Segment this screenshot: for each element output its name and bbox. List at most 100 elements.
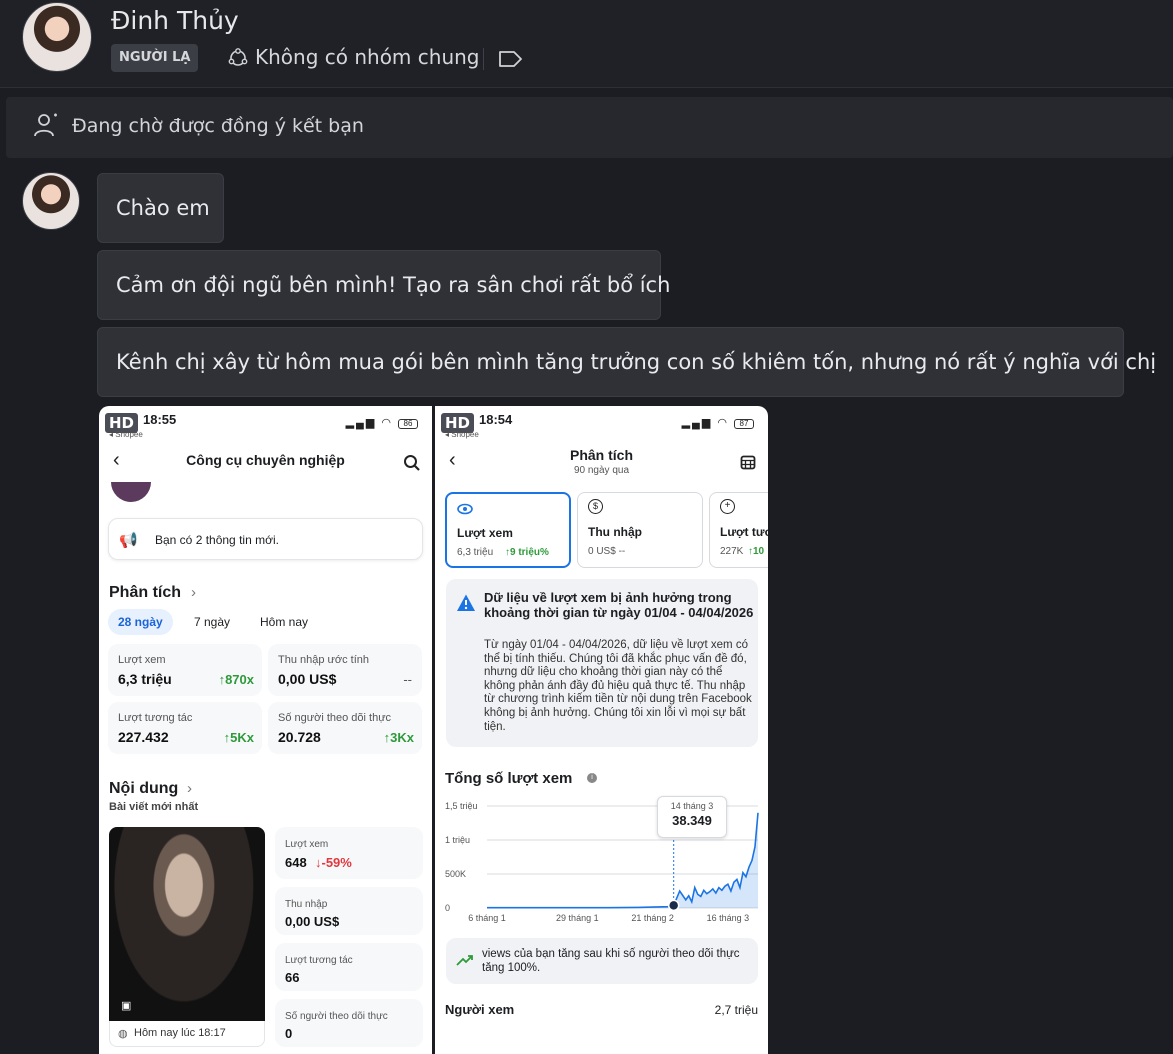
stat-label: Lượt xem [118,654,166,666]
calendar-icon[interactable] [740,454,756,470]
post-stat: Lượt xem 648 ↓-59% [275,827,423,879]
x-tick-label: 29 tháng 1 [556,913,599,923]
metric-value: 227K [720,546,744,557]
highlight-point [667,899,680,912]
stranger-badge: NGƯỜI LẠ [111,44,199,72]
reel-icon: ▣ [121,1000,132,1012]
stat-card[interactable]: Lượt xem 6,3 triệu ↑870x [108,644,262,696]
post-stat: Số người theo dõi thực 0 [275,999,423,1047]
stat-label: Số người theo dõi thực [278,712,392,724]
post-stat-delta: ↓-59% [315,855,352,870]
post-meta: ◍ Hôm nay lúc 18:17 [109,1021,265,1047]
tooltip-date: 14 tháng 3 [670,801,714,811]
metric-label: Thu nhập [588,525,642,539]
chat-header: Đinh Thủy NGƯỜI LẠ Không có nhóm chung [0,0,1173,88]
battery-icon: 86 [398,419,418,429]
y-tick-label: 1 triệu [445,835,470,845]
stat-label: Lượt tương tác [118,712,193,724]
notice-text: Bạn có 2 thông tin mới. [155,533,279,547]
image-attachment-2[interactable]: 18:54 HD ◂ Shopee ▂▄▆ ◠ 87 ‹ Phân tích 9… [435,406,768,1054]
notice-body: Từ ngày 01/04 - 04/04/2026, dữ liệu về l… [484,639,752,733]
notice-card[interactable]: 📢 Bạn có 2 thông tin mới. [108,518,423,560]
tab-28-days[interactable]: 28 ngày [108,609,173,635]
chevron-right-icon: › [187,780,192,797]
stat-value: 227.432 [118,729,169,745]
x-tick-label: 21 tháng 2 [631,913,674,923]
post-stat-label: Lượt xem [285,839,329,850]
page-avatar [111,482,151,502]
post-stat-value: 648 [285,855,307,870]
dollar-icon: $ [588,499,603,514]
info-icon[interactable]: i [587,773,597,783]
contact-avatar[interactable] [22,2,92,72]
total-views-heading: Tổng số lượt xem [445,770,573,787]
analytics-heading[interactable]: Phân tích [109,584,181,602]
data-notice: Dữ liệu về lượt xem bị ảnh hưởng trong k… [446,579,758,747]
tag-icon[interactable] [497,50,523,68]
stat-delta: ↑870x [218,672,254,687]
stat-card[interactable]: Thu nhập ước tính 0,00 US$ -- [268,644,422,696]
metric-card-earnings[interactable]: $ Thu nhập 0 US$ -- [577,492,703,568]
metric-label: Lượt tươ [720,525,768,539]
warning-icon [457,594,475,611]
content-subtitle: Bài viết mới nhất [109,801,199,813]
screen-title: Phân tích [569,447,633,463]
add-friend-icon [34,113,57,137]
message-bubble[interactable]: Cảm ơn đội ngũ bên mình! Tạo ra sân chơi… [97,250,670,320]
status-icons: ▂▄▆ ◠ 87 [682,416,754,429]
battery-icon: 87 [734,419,754,429]
back-app-label: ◂ Shopee [109,430,143,439]
status-time: 18:54 [479,412,513,427]
stat-value: 20.728 [278,729,321,745]
tab-today[interactable]: Hôm nay [260,615,308,629]
screen-title: Công cụ chuyên nghiệp [186,452,345,468]
stat-delta: -- [403,672,412,687]
insight-text: views của bạn tăng sau khi số người theo… [482,948,740,974]
content-heading[interactable]: Nội dung [109,780,178,798]
stat-label: Thu nhập ước tính [278,654,370,666]
group-icon [228,48,248,66]
viewers-label: Người xem [445,1002,515,1017]
tooltip-value: 38.349 [672,813,712,828]
post-stat-label: Lượt tương tác [285,955,353,966]
globe-icon: ◍ [118,1028,128,1040]
post-stat-value: 0 [285,1026,293,1041]
metric-label: Lượt xem [457,526,513,540]
message-bubble[interactable]: Chào em [97,173,224,243]
post-stat: Thu nhập 0,00 US$ [275,887,423,935]
sender-avatar[interactable] [22,172,80,230]
post-time: Hôm nay lúc 18:17 [134,1027,226,1039]
tab-7-days[interactable]: 7 ngày [194,615,230,629]
trend-up-icon [456,955,473,966]
chevron-right-icon: › [191,584,196,601]
back-app-label: ◂ Shopee [445,430,479,439]
post-stat-label: Thu nhập [285,899,328,910]
stat-card[interactable]: Số người theo dõi thực 20.728 ↑3Kx [268,702,422,754]
metric-delta: ↑10 [748,546,765,557]
stat-card[interactable]: Lượt tương tác 227.432 ↑5Kx [108,702,262,754]
chart-tooltip: 14 tháng 3 38.349 [657,796,727,838]
post-stat-value: 66 [285,970,300,985]
post-stat: Lượt tương tác 66 [275,943,423,991]
post-stat-value: 0,00 US$ [285,914,340,929]
y-tick-label: 0 [445,903,450,913]
pending-text: Đang chờ được đồng ý kết bạn [72,115,364,137]
stat-value: 6,3 triệu [118,671,172,687]
metric-value: 0 US$ -- [588,546,626,557]
metric-card-views[interactable]: Lượt xem 6,3 triệu ↑9 triệu% [445,492,571,568]
y-tick-label: 500K [445,869,466,879]
metric-card-engagement[interactable]: + Lượt tươ 227K ↑10 [709,492,768,568]
divider [483,48,484,70]
stat-value: 0,00 US$ [278,671,337,687]
post-thumbnail[interactable]: ▣ [109,827,265,1021]
megaphone-icon: 📢 [119,532,138,549]
contact-name[interactable]: Đinh Thủy [111,6,239,35]
common-groups[interactable]: Không có nhóm chung [255,45,480,69]
image-attachment-1[interactable]: 18:55 HD ◂ Shopee ▂▄▆ ◠ 86 ‹ Công cụ chu… [99,406,432,1054]
search-icon[interactable] [403,454,421,472]
viewers-value: 2,7 triệu [714,1003,758,1017]
pending-friend-bar: Đang chờ được đồng ý kết bạn [6,97,1173,158]
stat-delta: ↑3Kx [383,730,414,745]
notice-title: Dữ liệu về lượt xem bị ảnh hưởng trong k… [484,590,754,620]
message-bubble[interactable]: Kênh chị xây từ hôm mua gói bên mình tăn… [97,327,1156,397]
